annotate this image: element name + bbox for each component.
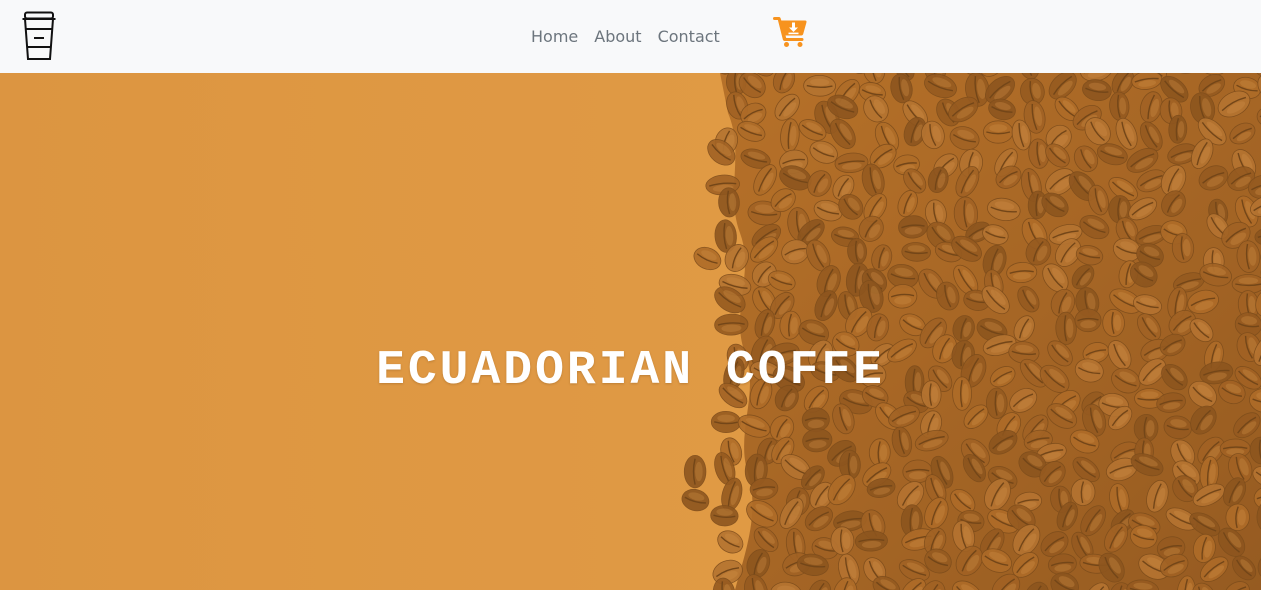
nav-link-contact[interactable]: Contact	[650, 26, 728, 48]
hero-title: ECUADORIAN COFFE	[376, 344, 885, 398]
coffee-cup-icon[interactable]	[21, 11, 57, 61]
navbar: Home About Contact	[0, 0, 1261, 73]
nav-link-home[interactable]: Home	[523, 26, 586, 48]
coffee-beans-image	[0, 73, 1261, 590]
cart-download-icon[interactable]	[773, 17, 807, 47]
nav-link-about[interactable]: About	[586, 26, 649, 48]
hero-banner: ECUADORIAN COFFE	[0, 73, 1261, 590]
nav-links: Home About Contact	[523, 26, 728, 48]
